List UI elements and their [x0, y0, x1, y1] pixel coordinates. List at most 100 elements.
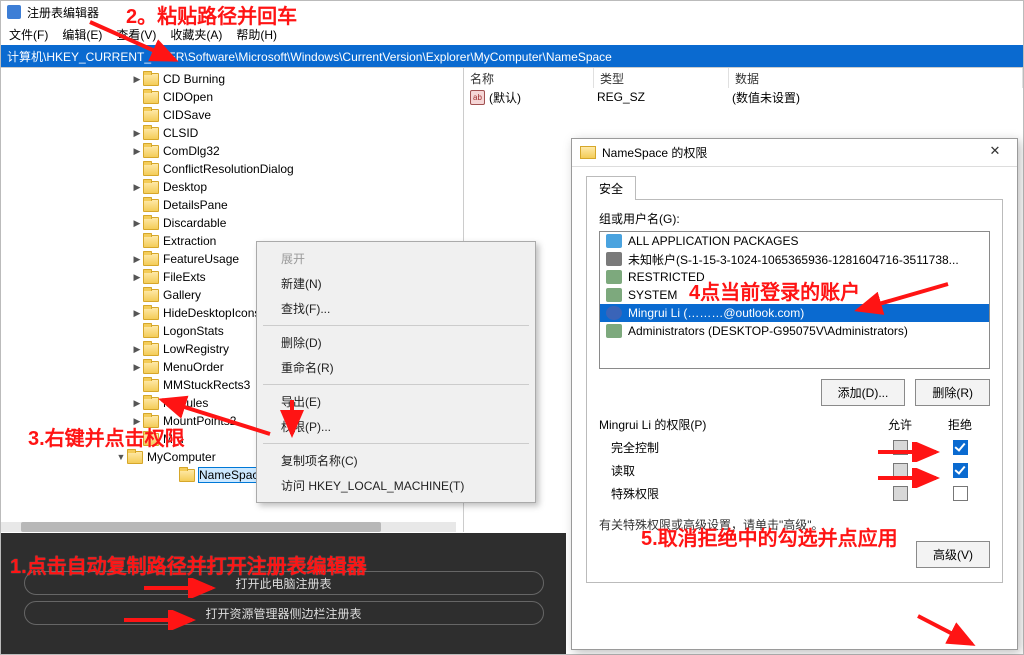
- tree-node-label: Extraction: [163, 234, 216, 248]
- deny-checkbox[interactable]: [953, 440, 968, 455]
- folder-icon: [143, 343, 159, 356]
- permission-row: 读取: [599, 462, 990, 479]
- principal-item[interactable]: ALL APPLICATION PACKAGES: [600, 232, 989, 250]
- ctx-export[interactable]: 导出(E): [257, 389, 535, 414]
- tree-node[interactable]: ▶ Discardable: [1, 214, 463, 232]
- tree-node[interactable]: ▶Desktop: [1, 178, 463, 196]
- allow-checkbox[interactable]: [893, 440, 908, 455]
- menu-file[interactable]: 文件(F): [9, 26, 48, 43]
- principal-label: ALL APPLICATION PACKAGES: [628, 234, 799, 248]
- col-name[interactable]: 名称: [464, 68, 594, 88]
- ctx-permissions[interactable]: 权限(P)...: [257, 414, 535, 439]
- window-title: 注册表编辑器: [27, 4, 99, 21]
- principal-icon: [606, 288, 622, 302]
- folder-icon: [143, 325, 159, 338]
- open-explorer-sidebar-registry-button[interactable]: 打开资源管理器侧边栏注册表: [24, 601, 544, 625]
- annotation-step-1: 1.点击自动复制路径并打开注册表编辑器: [10, 550, 367, 579]
- permissions-label: Mingrui Li 的权限(P): [599, 416, 870, 433]
- address-bar-text: 计算机\HKEY_CURRENT_USER\Software\Microsoft…: [7, 48, 612, 65]
- ctx-delete[interactable]: 删除(D): [257, 330, 535, 355]
- tree-twisty-icon[interactable]: ▶: [131, 74, 143, 85]
- tree-twisty-icon[interactable]: ▶: [131, 218, 143, 229]
- ctx-find[interactable]: 查找(F)...: [257, 296, 535, 321]
- horizontal-scrollbar[interactable]: [1, 522, 456, 532]
- folder-icon: [580, 146, 596, 159]
- tree-twisty-icon[interactable]: ▶: [131, 128, 143, 139]
- tree-node[interactable]: ▶ CD Burning: [1, 70, 463, 88]
- tree-twisty-icon[interactable]: ▶: [131, 146, 143, 157]
- close-icon[interactable]: ✕: [979, 143, 1011, 163]
- permission-label: 特殊权限: [599, 485, 870, 502]
- tree-node-label: ConflictResolutionDialog: [163, 162, 294, 176]
- ctx-goto-hklm[interactable]: 访问 HKEY_LOCAL_MACHINE(T): [257, 473, 535, 498]
- ctx-expand: 展开: [257, 246, 535, 271]
- tree-node-label: Discardable: [163, 216, 226, 230]
- deny-checkbox[interactable]: [953, 486, 968, 501]
- permissions-dialog: NameSpace 的权限 ✕ 安全 组或用户名(G): ALL APPLICA…: [571, 138, 1018, 650]
- tree-twisty-icon[interactable]: ▶: [131, 254, 143, 265]
- values-header: 名称 类型 数据: [464, 68, 1023, 88]
- principal-icon: [606, 324, 622, 338]
- folder-icon: [143, 127, 159, 140]
- tree-node[interactable]: ConflictResolutionDialog: [1, 160, 463, 178]
- add-principal-button[interactable]: 添加(D)...: [821, 379, 906, 406]
- tree-node-label: MyComputer: [147, 450, 216, 464]
- col-data[interactable]: 数据: [729, 68, 1023, 88]
- col-type[interactable]: 类型: [594, 68, 729, 88]
- tree-twisty-icon[interactable]: ▶: [131, 344, 143, 355]
- folder-icon: [143, 91, 159, 104]
- advanced-button[interactable]: 高级(V): [916, 541, 990, 568]
- ctx-rename[interactable]: 重命名(R): [257, 355, 535, 380]
- regedit-app-icon: [7, 5, 21, 19]
- string-value-icon: ab: [470, 90, 485, 105]
- folder-icon: [143, 73, 159, 86]
- tree-node[interactable]: ▶ ComDlg32: [1, 142, 463, 160]
- address-bar[interactable]: 计算机\HKEY_CURRENT_USER\Software\Microsoft…: [1, 45, 1023, 67]
- scrollbar-thumb[interactable]: [21, 522, 381, 532]
- folder-icon: [143, 289, 159, 302]
- tree-node-label: ComDlg32: [163, 144, 220, 158]
- ctx-copy-key-name[interactable]: 复制项名称(C): [257, 448, 535, 473]
- remove-principal-button[interactable]: 删除(R): [915, 379, 990, 406]
- menu-edit[interactable]: 编辑(E): [62, 26, 102, 43]
- value-row-default[interactable]: ab (默认) REG_SZ (数值未设置): [464, 88, 1023, 106]
- tree-node-label: CLSID: [163, 126, 198, 140]
- tree-node[interactable]: DetailsPane: [1, 196, 463, 214]
- tree-twisty-icon[interactable]: ▶: [131, 308, 143, 319]
- principal-item[interactable]: Mingrui Li (………@outlook.com): [600, 304, 989, 322]
- tree-node-label: MMStuckRects3: [163, 378, 250, 392]
- permission-row: 完全控制: [599, 439, 990, 456]
- folder-icon: [143, 217, 159, 230]
- principal-label: 未知帐户(S-1-15-3-1024-1065365936-1281604716…: [628, 251, 959, 268]
- principal-label: Mingrui Li (………@outlook.com): [628, 306, 804, 320]
- folder-icon: [143, 397, 159, 410]
- tree-twisty-icon[interactable]: ▼: [115, 452, 127, 462]
- tree-twisty-icon[interactable]: ▶: [131, 272, 143, 283]
- principal-icon: [606, 270, 622, 284]
- tree-node-label: DetailsPane: [163, 198, 228, 212]
- allow-checkbox[interactable]: [893, 463, 908, 478]
- principal-item[interactable]: Administrators (DESKTOP-G95075V\Administ…: [600, 322, 989, 340]
- tree-twisty-icon[interactable]: ▶: [131, 398, 143, 409]
- tree-node-label: HideDesktopIcons: [163, 306, 260, 320]
- tree-twisty-icon[interactable]: ▶: [131, 182, 143, 193]
- value-data: (数值未设置): [732, 89, 800, 106]
- security-tab[interactable]: 安全: [586, 176, 636, 200]
- folder-icon: [143, 163, 159, 176]
- tree-node-label: CD Burning: [163, 72, 225, 86]
- folder-icon: [143, 199, 159, 212]
- tree-node[interactable]: ▶ CLSID: [1, 124, 463, 142]
- tree-node[interactable]: CIDSave: [1, 106, 463, 124]
- folder-icon: [143, 361, 159, 374]
- deny-checkbox[interactable]: [953, 463, 968, 478]
- tree-node[interactable]: CIDOpen: [1, 88, 463, 106]
- tree-twisty-icon[interactable]: ▶: [131, 362, 143, 373]
- allow-checkbox[interactable]: [893, 486, 908, 501]
- principal-item[interactable]: 未知帐户(S-1-15-3-1024-1065365936-1281604716…: [600, 250, 989, 268]
- tree-node-label: CIDOpen: [163, 90, 213, 104]
- ctx-new[interactable]: 新建(N): [257, 271, 535, 296]
- folder-icon: [143, 379, 159, 392]
- ctx-separator: [263, 384, 529, 385]
- annotation-step-3: 3.右键并点击权限: [28, 422, 185, 451]
- permissions-dialog-titlebar: NameSpace 的权限 ✕: [572, 139, 1017, 167]
